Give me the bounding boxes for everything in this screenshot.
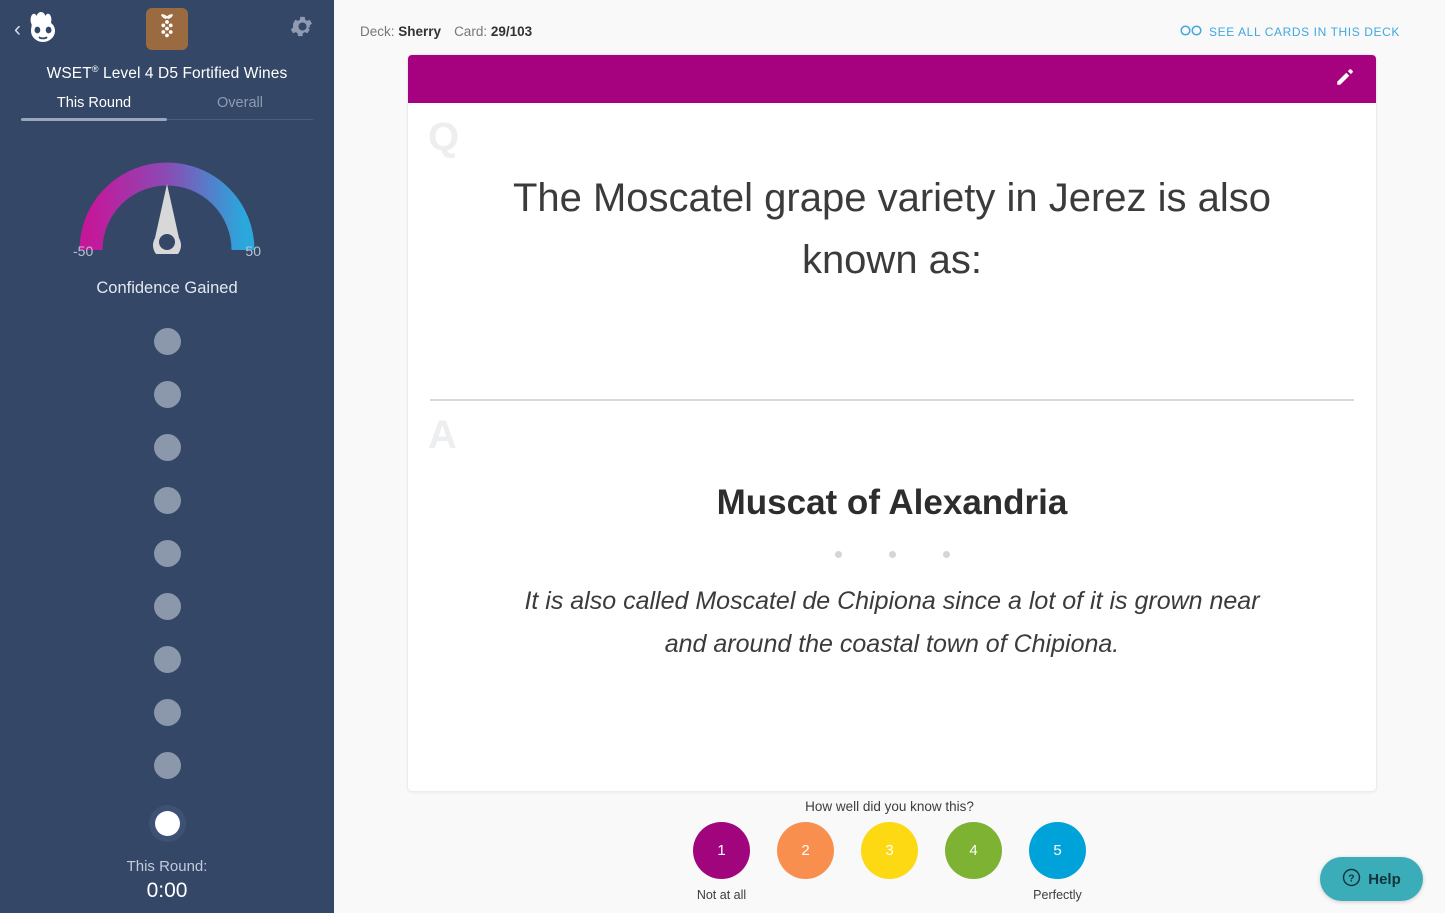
answer-section: A Muscat of Alexandria It is also called… [408, 401, 1376, 686]
round-timer-label: This Round: [126, 858, 208, 876]
svg-text:?: ? [1349, 873, 1355, 884]
answer-note: It is also called Moscatel de Chipiona s… [524, 587, 1260, 658]
rating-buttons: 1 Not at all 2 3 4 5 Perfectly [693, 822, 1086, 902]
sidebar-topbar: ‹ [0, 0, 334, 58]
breadcrumb: Deck: Sherry Card: 29/103 [360, 24, 532, 39]
answer-separator-dots [408, 551, 1376, 558]
see-all-cards-link[interactable]: SEE ALL CARDS IN THIS DECK [1180, 25, 1400, 39]
rating-high-caption: Perfectly [1033, 888, 1082, 902]
question-text: The Moscatel grape variety in Jerez is a… [512, 176, 1272, 282]
question-marker: Q [428, 115, 460, 159]
rating-button-5[interactable]: 5 [1029, 822, 1086, 879]
progress-dot[interactable] [153, 434, 181, 462]
rating-cell-4: 4 [945, 822, 1002, 902]
progress-dot-current[interactable] [148, 805, 186, 843]
card-accent-bar [408, 55, 1376, 103]
sidebar: ‹ WSET® Level 4 D5 Fortified Wines This … [0, 0, 334, 913]
rating-button-3[interactable]: 3 [861, 822, 918, 879]
tab-overall[interactable]: Overall [167, 95, 313, 119]
deck-name: Sherry [398, 24, 442, 39]
rating-cell-2: 2 [777, 822, 834, 902]
gauge-min-label: -50 [73, 243, 94, 260]
progress-dot[interactable] [153, 328, 181, 356]
gauge-max-label: 50 [245, 243, 261, 260]
rating-cell-1: 1 Not at all [693, 822, 750, 902]
separator-dot [888, 551, 896, 558]
rating-cell-5: 5 Perfectly [1029, 822, 1086, 902]
progress-dot[interactable] [153, 699, 181, 727]
pencil-icon[interactable] [1334, 66, 1356, 93]
brainscape-mascot-icon[interactable] [23, 12, 63, 46]
question-circle-icon: ? [1342, 868, 1361, 891]
deck-label: Deck: [360, 24, 395, 39]
main-header: Deck: Sherry Card: 29/103 SEE ALL CARDS I… [334, 0, 1445, 39]
gauge-dial-icon [79, 154, 255, 260]
rating-button-2[interactable]: 2 [777, 822, 834, 879]
separator-dot [834, 551, 842, 558]
separator-dot [942, 551, 950, 558]
sidebar-tabs: This Round Overall [21, 95, 313, 122]
rating-prompt: How well did you know this? [805, 799, 974, 814]
progress-dot[interactable] [153, 646, 181, 674]
deck-title: WSET® Level 4 D5 Fortified Wines [0, 64, 334, 83]
card-label: Card: [454, 24, 488, 39]
deck-badge[interactable] [146, 8, 188, 50]
progress-dot[interactable] [153, 593, 181, 621]
round-timer-value: 0:00 [146, 879, 188, 903]
rating-area: How well did you know this? 1 Not at all… [334, 790, 1445, 913]
flashcard: Q The Moscatel grape variety in Jerez is… [407, 54, 1377, 792]
round-timer: This Round: 0:00 [0, 858, 334, 903]
deck-title-main: WSET [46, 65, 92, 83]
rating-low-caption: Not at all [696, 888, 747, 902]
confidence-gauge: -50 50 Confidence Gained [0, 154, 334, 298]
gauge-caption: Confidence Gained [96, 279, 238, 298]
see-all-cards-label: SEE ALL CARDS IN THIS DECK [1209, 24, 1400, 39]
rating-button-4[interactable]: 4 [945, 822, 1002, 879]
main-content: Deck: Sherry Card: 29/103 SEE ALL CARDS I… [334, 0, 1445, 913]
progress-dot[interactable] [153, 381, 181, 409]
answer-title: Muscat of Alexandria [716, 483, 1068, 522]
progress-dot[interactable] [153, 540, 181, 568]
help-button-label: Help [1368, 870, 1401, 888]
rating-cell-3: 3 [861, 822, 918, 902]
grapes-icon [155, 13, 179, 45]
glasses-icon [1180, 24, 1202, 39]
progress-dots [0, 328, 334, 850]
progress-dot[interactable] [153, 487, 181, 515]
app-root: ‹ WSET® Level 4 D5 Fortified Wines This … [0, 0, 1445, 913]
chevron-left-icon[interactable]: ‹ [14, 19, 21, 40]
gear-icon[interactable] [289, 13, 316, 45]
progress-dot[interactable] [153, 752, 181, 780]
deck-title-rest: Level 4 D5 Fortified Wines [98, 65, 288, 83]
card-position: 29/103 [490, 24, 533, 39]
answer-marker: A [428, 413, 457, 457]
help-button[interactable]: ? Help [1320, 857, 1423, 901]
deck-title-registered: ® [91, 64, 99, 74]
tab-this-round[interactable]: This Round [21, 95, 167, 122]
rating-button-1[interactable]: 1 [693, 822, 750, 879]
